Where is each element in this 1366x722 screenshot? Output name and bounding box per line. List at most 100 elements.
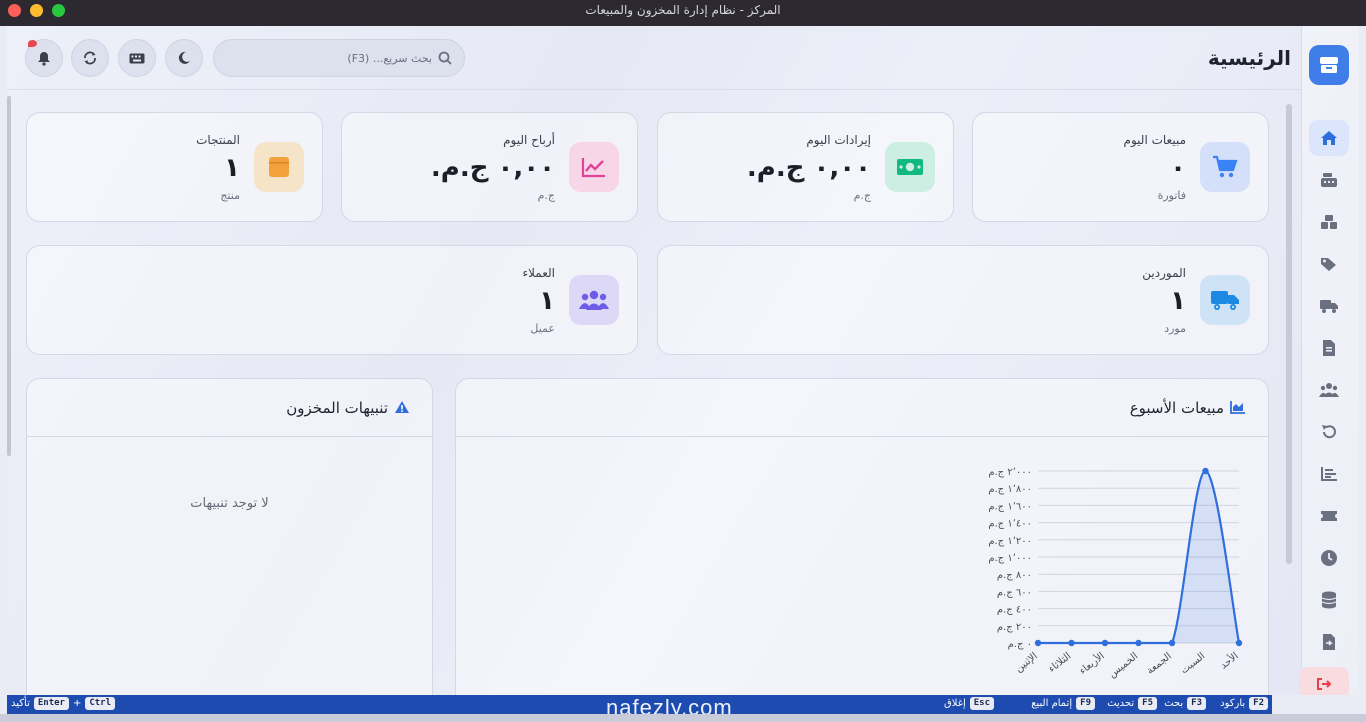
sidebar-item-database[interactable] bbox=[1309, 582, 1349, 618]
stat-value: ١ bbox=[539, 286, 555, 316]
shortcut-label: بحث bbox=[1164, 698, 1184, 709]
sidebar-item-reports[interactable] bbox=[1309, 456, 1349, 492]
shortcut-key: F2 bbox=[1249, 697, 1268, 710]
sidebar-item-returns[interactable] bbox=[1309, 414, 1349, 450]
clock-icon bbox=[1321, 550, 1337, 566]
truck-icon bbox=[1320, 300, 1338, 313]
stat-unit: ج.م bbox=[537, 189, 555, 202]
sidebar bbox=[1301, 26, 1359, 695]
sidebar-item-products[interactable] bbox=[1309, 204, 1349, 240]
shortcut-refresh: F5 تحديث bbox=[1107, 697, 1157, 710]
chart-data-point bbox=[1235, 639, 1243, 647]
warning-icon bbox=[395, 401, 409, 413]
sidebar-item-pos[interactable] bbox=[1309, 162, 1349, 198]
stat-card-today-sales: مبيعات اليوم ٠ فاتورة bbox=[972, 112, 1269, 222]
shortcut-label: باركود bbox=[1220, 698, 1246, 709]
file-export-icon bbox=[1323, 634, 1335, 650]
sidebar-item-warehouse[interactable] bbox=[1309, 498, 1349, 534]
chart-y-tick-label: ١٬٦٠٠ ج.م bbox=[988, 501, 1032, 512]
scrollbar[interactable] bbox=[1286, 104, 1292, 564]
chart-y-tick-label: ١٬٤٠٠ ج.م bbox=[988, 519, 1032, 530]
weekly-sales-panel: مبيعات الأسبوع ٠ ج.م ٢٠٠ ج.م ٤٠٠ ج.م ٦٠٠ ج.… bbox=[455, 378, 1269, 695]
window-titlebar: المركز - نظام إدارة المخزون والمبيعات bbox=[0, 0, 1366, 26]
maximize-window-button[interactable] bbox=[52, 4, 65, 17]
notifications-button[interactable] bbox=[25, 39, 63, 77]
refresh-button[interactable] bbox=[71, 39, 109, 77]
shortcut-search: F3 بحث bbox=[1164, 697, 1206, 710]
sidebar-item-home[interactable] bbox=[1309, 120, 1349, 156]
logout-button[interactable] bbox=[1299, 667, 1349, 695]
chart-y-tick-label: ٨٠٠ ج.م bbox=[997, 570, 1032, 581]
chart-x-tick-label: الجمعة bbox=[1145, 651, 1174, 677]
chart-y-tick-label: ٦٠٠ ج.م bbox=[997, 587, 1032, 598]
shortcut-key: Esc bbox=[969, 697, 994, 710]
ticket-icon bbox=[1321, 511, 1337, 521]
bell-icon bbox=[38, 51, 50, 66]
panel-header: مبيعات الأسبوع bbox=[456, 379, 1268, 437]
stat-icon-box bbox=[569, 142, 619, 192]
sidebar-item-invoices[interactable] bbox=[1309, 330, 1349, 366]
sidebar-item-customers[interactable] bbox=[1309, 372, 1349, 408]
stat-label: الموردين bbox=[1142, 266, 1186, 280]
shortcut-key: F9 bbox=[1076, 697, 1095, 710]
notification-badge bbox=[28, 40, 37, 47]
window-title: المركز - نظام إدارة المخزون والمبيعات bbox=[585, 3, 781, 17]
chart-data-point bbox=[1135, 639, 1142, 647]
boxes-icon bbox=[1321, 215, 1337, 229]
shortcut-key: F5 bbox=[1138, 697, 1157, 710]
shortcut-checkout: F9 إتمام البيع bbox=[1031, 697, 1095, 710]
empty-alerts-message: لا توجد تنبيهات bbox=[190, 496, 269, 511]
database-icon bbox=[1321, 591, 1337, 609]
panel-header: تنبيهات المخزون bbox=[27, 379, 432, 437]
users-icon bbox=[1319, 383, 1339, 397]
keyboard-button[interactable] bbox=[118, 39, 156, 77]
file-invoice-icon bbox=[1323, 340, 1335, 356]
chart-y-tick-label: ١٬٨٠٠ ج.م bbox=[988, 484, 1032, 495]
stat-value: ٠,٠٠ ج.م. bbox=[746, 153, 871, 183]
shortcut-key: Ctrl bbox=[85, 697, 116, 710]
chart-y-tick-label: ١٬٠٠٠ ج.م bbox=[988, 553, 1032, 564]
sidebar-item-export[interactable] bbox=[1309, 624, 1349, 660]
chart-x-tick-label: الأحد bbox=[1217, 649, 1241, 672]
area-chart-icon bbox=[1230, 401, 1245, 414]
chart-x-tick-label: الثلاثاء bbox=[1047, 651, 1074, 675]
cart-icon bbox=[1213, 155, 1238, 178]
shortcut-label: إغلاق bbox=[944, 698, 966, 709]
stat-icon-box bbox=[254, 142, 304, 192]
store-icon bbox=[1320, 57, 1338, 73]
stat-card-today-profit: أرباح اليوم ٠,٠٠ ج.م. ج.م bbox=[341, 112, 638, 222]
dark-mode-button[interactable] bbox=[165, 39, 203, 77]
trend-icon bbox=[581, 158, 605, 178]
stat-card-products: المنتجات ١ منتج bbox=[26, 112, 323, 222]
shortcut-barcode: F2 باركود bbox=[1220, 697, 1268, 710]
stat-value: ١ bbox=[1170, 286, 1186, 316]
stat-label: أرباح اليوم bbox=[503, 133, 555, 147]
truck-icon bbox=[1211, 291, 1239, 310]
chart-data-point bbox=[1068, 639, 1075, 647]
bar-chart-icon bbox=[1321, 467, 1337, 481]
box-icon bbox=[269, 157, 289, 177]
sidebar-item-categories[interactable] bbox=[1309, 246, 1349, 282]
cash-register-icon bbox=[1321, 173, 1337, 187]
stat-card-customers: العملاء ١ عميل bbox=[26, 245, 638, 355]
chart-data-point bbox=[1034, 639, 1042, 647]
search-input[interactable]: بحث سريع... (F3) bbox=[213, 39, 465, 77]
users-icon bbox=[579, 290, 609, 310]
sidebar-item-suppliers[interactable] bbox=[1309, 288, 1349, 324]
stat-value: ٠,٠٠ ج.م. bbox=[430, 153, 555, 183]
stat-unit: مورد bbox=[1164, 322, 1186, 335]
chart-x-tick-label: الإثنين bbox=[1013, 651, 1039, 675]
chart-y-tick-label: ٢٠٠ ج.م bbox=[997, 622, 1032, 633]
close-window-button[interactable] bbox=[8, 4, 21, 17]
sidebar-item-history[interactable] bbox=[1309, 540, 1349, 576]
minimize-window-button[interactable] bbox=[30, 4, 43, 17]
stat-label: المنتجات bbox=[196, 133, 240, 147]
chart-data-point bbox=[1202, 467, 1209, 475]
home-icon bbox=[1321, 131, 1337, 145]
chart-x-tick-label: الخميس bbox=[1107, 651, 1140, 680]
stat-icon-box bbox=[1200, 142, 1250, 192]
panel-title: تنبيهات المخزون bbox=[286, 399, 388, 417]
app-main: الرئيسية بحث سريع... (F3) مبيعات اليوم ٠… bbox=[7, 26, 1359, 695]
sign-out-icon bbox=[1317, 678, 1332, 690]
undo-icon bbox=[1322, 425, 1336, 439]
